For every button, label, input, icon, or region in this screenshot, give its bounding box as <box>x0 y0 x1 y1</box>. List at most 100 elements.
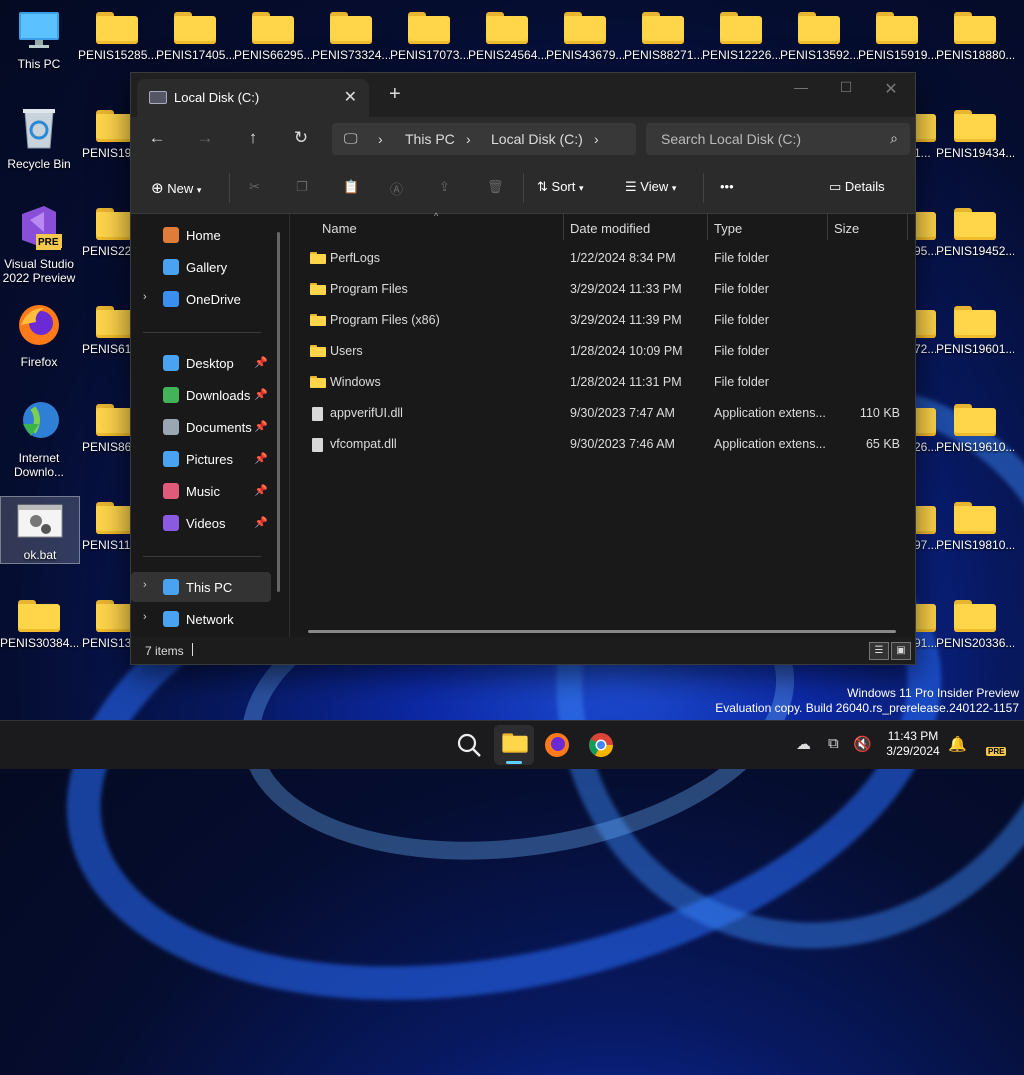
rename-icon[interactable]: Ⓐ <box>390 179 403 198</box>
desktop-folder[interactable]: 95... <box>914 208 936 258</box>
desktop-folder[interactable]: PENIS30384... <box>0 600 78 650</box>
new-tab-button[interactable]: + <box>389 83 401 106</box>
back-button[interactable]: ← <box>145 128 169 148</box>
desktop-folder[interactable]: PENIS13592... <box>780 12 858 62</box>
desktop-folder[interactable]: PENIS615 <box>78 306 134 356</box>
sort-button[interactable]: ⇅ Sort ▾ <box>537 179 584 195</box>
desktop-folder[interactable]: PENIS43679... <box>546 12 624 62</box>
desktop-folder[interactable]: 72... <box>914 306 936 356</box>
forward-button[interactable]: → <box>193 128 217 148</box>
file-row[interactable]: Program Files 3/29/2024 11:33 PM File fold… <box>290 274 916 305</box>
sidebar-item-gallery[interactable]: Gallery <box>131 252 271 282</box>
desktop-folder[interactable]: 91... <box>914 600 936 650</box>
refresh-button[interactable]: ↻ <box>289 128 313 148</box>
desktop-folder[interactable]: PENIS88271... <box>624 12 702 62</box>
cut-icon[interactable]: ✂ <box>249 179 260 195</box>
details-button[interactable]: ▭ Details <box>829 179 885 195</box>
chevron-right-icon[interactable]: › <box>378 131 383 147</box>
details-view-button[interactable]: ☰ <box>869 642 889 660</box>
network-disconnected-icon[interactable]: ☁ <box>796 735 811 753</box>
desktop-folder[interactable]: PENIS15919... <box>858 12 936 62</box>
desktop-folder[interactable]: PENIS19601... <box>936 306 1014 356</box>
desktop-folder[interactable]: 1... <box>914 110 936 160</box>
column-header-name[interactable]: Name <box>322 221 357 236</box>
up-button[interactable]: ↑ <box>241 128 265 148</box>
desktop-folder[interactable]: PENIS19434... <box>936 110 1014 160</box>
file-row[interactable]: Users 1/28/2024 10:09 PM File folder <box>290 336 916 367</box>
delete-icon[interactable]: 🗑 <box>487 179 504 195</box>
column-header-type[interactable]: Type <box>714 221 742 236</box>
sidebar-item-desktop[interactable]: Desktop 📌 <box>131 348 271 378</box>
file-row[interactable]: PerfLogs 1/22/2024 8:34 PM File folder <box>290 243 916 274</box>
sidebar-item-downloads[interactable]: Downloads 📌 <box>131 380 271 410</box>
chevron-right-icon[interactable]: › <box>143 579 147 591</box>
column-header-date[interactable]: Date modified <box>570 221 650 236</box>
desktop-folder[interactable]: PENIS73324... <box>312 12 390 62</box>
search-icon[interactable] <box>455 731 483 759</box>
tab-local-disk[interactable]: Local Disk (C:) ✕ <box>137 79 369 117</box>
sidebar-item-home[interactable]: Home <box>131 220 271 250</box>
desktop-icon-ok-bat[interactable]: ok.bat <box>0 496 80 564</box>
column-header-size[interactable]: Size <box>834 221 859 236</box>
desktop-folder[interactable]: 97... <box>914 502 936 552</box>
desktop-folder[interactable]: PENIS119 <box>78 502 134 552</box>
sidebar-item-music[interactable]: Music 📌 <box>131 476 271 506</box>
large-icons-view-button[interactable]: ▣ <box>891 642 911 660</box>
desktop-icon-recycle-bin[interactable]: Recycle Bin <box>0 106 78 171</box>
tab-close-icon[interactable]: ✕ <box>344 87 357 107</box>
view-button[interactable]: ☰ View ▾ <box>625 179 676 195</box>
desktop-folder[interactable]: 26... <box>914 404 936 454</box>
maximize-button[interactable]: ☐ <box>826 79 866 96</box>
horizontal-scrollbar[interactable] <box>308 630 896 633</box>
file-row[interactable]: Program Files (x86) 3/29/2024 11:39 PM Fil… <box>290 305 916 336</box>
chevron-right-icon[interactable]: › <box>466 131 471 147</box>
breadcrumb-local-disk[interactable]: Local Disk (C:) <box>491 131 583 147</box>
clock[interactable]: 11:43 PM 3/29/2024 <box>880 729 946 759</box>
desktop-folder[interactable]: PENIS18880... <box>936 12 1014 62</box>
share-icon[interactable]: ⇪ <box>439 179 450 195</box>
address-bar[interactable]: 🖵 › This PC › Local Disk (C:) › <box>332 123 636 155</box>
desktop-icon-this-pc[interactable]: This PC <box>0 10 78 71</box>
desktop-folder[interactable]: PENIS20336... <box>936 600 1014 650</box>
sidebar-item-pictures[interactable]: Pictures 📌 <box>131 444 271 474</box>
desktop-folder[interactable]: PENIS15285... <box>78 12 156 62</box>
file-row[interactable]: Windows 1/28/2024 11:31 PM File folder <box>290 367 916 398</box>
desktop-folder[interactable]: PENIS17405... <box>156 12 234 62</box>
chrome-icon[interactable] <box>587 731 615 759</box>
sidebar-item-this-pc[interactable]: › This PC <box>131 572 271 602</box>
volume-muted-icon[interactable]: 🔇 <box>853 735 872 753</box>
desktop-folder[interactable]: PENIS66295... <box>234 12 312 62</box>
desktop-folder[interactable]: PENIS137 <box>78 600 134 650</box>
copy-icon[interactable]: ❐ <box>296 179 308 195</box>
desktop-folder[interactable]: PENIS19610... <box>936 404 1014 454</box>
notification-bell-icon[interactable]: 🔔 <box>948 735 967 753</box>
desktop-folder[interactable]: PENIS225 <box>78 208 134 258</box>
sidebar-item-documents[interactable]: Documents 📌 <box>131 412 271 442</box>
desktop-folder[interactable]: PENIS24564... <box>468 12 546 62</box>
breadcrumb-this-pc[interactable]: This PC <box>405 131 455 147</box>
desktop-folder[interactable]: PENIS19452... <box>936 208 1014 258</box>
chevron-right-icon[interactable]: › <box>143 611 147 623</box>
desktop-folder[interactable]: PENIS17073... <box>390 12 468 62</box>
sidebar-item-onedrive[interactable]: › OneDrive <box>131 284 271 314</box>
sidebar-item-videos[interactable]: Videos 📌 <box>131 508 271 538</box>
minimize-button[interactable]: — <box>781 79 821 95</box>
desktop-folder[interactable]: PENIS19810... <box>936 502 1014 552</box>
desktop-folder[interactable]: PENIS863 <box>78 404 134 454</box>
sidebar-item-network[interactable]: › Network <box>131 604 271 634</box>
desktop-icon-firefox[interactable]: Firefox <box>0 302 78 369</box>
file-row[interactable]: vfcompat.dll 9/30/2023 7:46 AM Application… <box>290 429 916 460</box>
more-options-button[interactable]: ••• <box>720 179 734 194</box>
desktop-folder[interactable]: PENIS190 <box>78 110 134 160</box>
close-window-button[interactable]: ✕ <box>871 79 911 99</box>
nav-scrollbar[interactable] <box>277 232 280 592</box>
file-row[interactable]: appverifUI.dll 9/30/2023 7:47 AM Applicati… <box>290 398 916 429</box>
file-explorer-taskbar-icon[interactable] <box>494 725 534 765</box>
display-icon[interactable]: ⧉ <box>828 735 839 752</box>
desktop-icon-visual-studio[interactable]: PRE Visual Studio 2022 Preview <box>0 204 78 285</box>
new-button[interactable]: ⊕ New ▾ <box>151 179 201 197</box>
paste-icon[interactable]: 📋 <box>343 179 359 195</box>
chevron-right-icon[interactable]: › <box>143 291 147 303</box>
chevron-right-icon[interactable]: › <box>594 131 599 147</box>
desktop-folder[interactable]: PENIS12226... <box>702 12 780 62</box>
